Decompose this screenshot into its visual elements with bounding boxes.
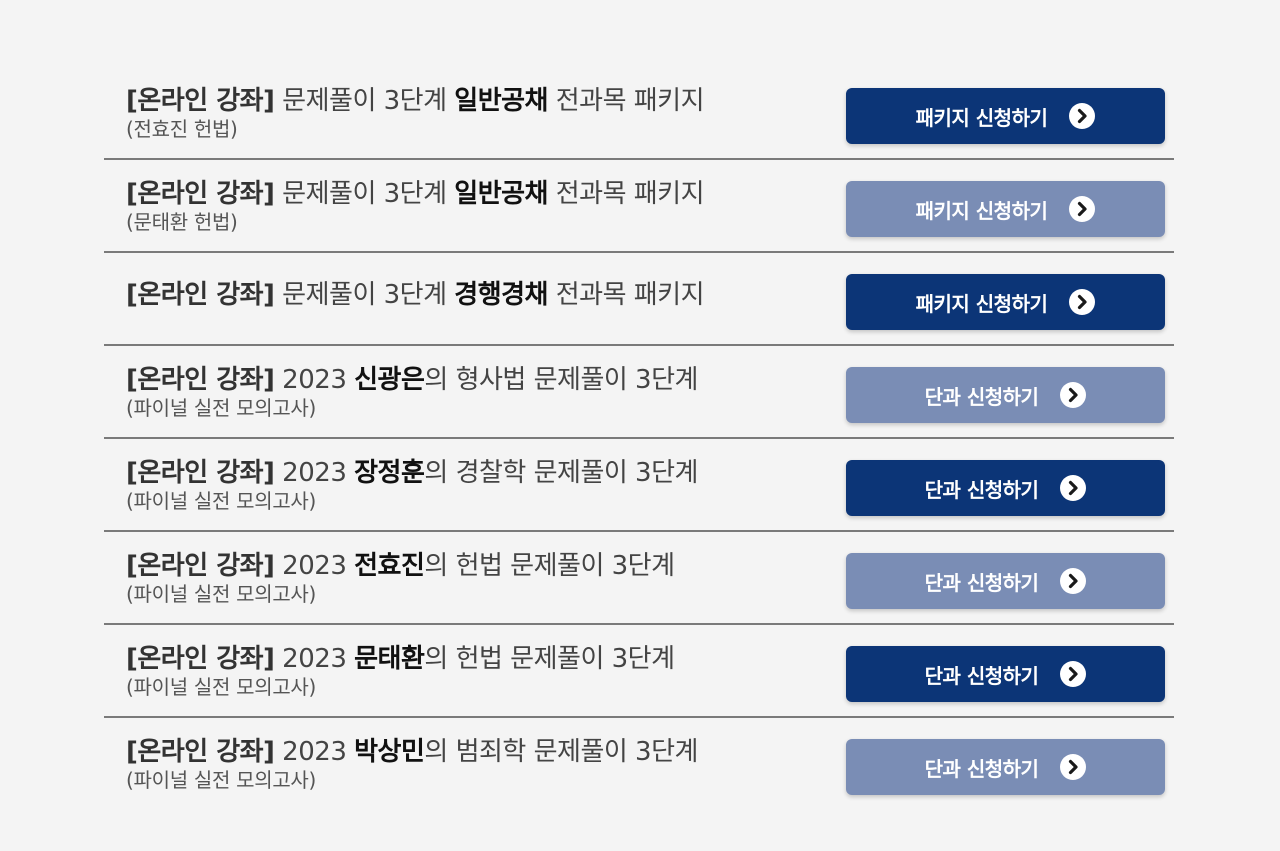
apply-button-label: 패키지 신청하기 (915, 105, 1048, 130)
course-title-pre: 2023 (274, 644, 355, 674)
apply-button-label: 단과 신청하기 (924, 663, 1039, 688)
course-title: [온라인 강좌] 2023 문태환의 헌법 문제풀이 3단계 (126, 643, 826, 675)
course-prefix: [온라인 강좌] (126, 365, 275, 395)
course-highlight: 박상민 (354, 737, 425, 767)
course-title: [온라인 강좌] 2023 전효진의 헌법 문제풀이 3단계 (126, 550, 826, 582)
course-prefix: [온라인 강좌] (126, 458, 275, 488)
course-text: [온라인 강좌] 2023 장정훈의 경찰학 문제풀이 3단계 (파이널 실전 … (126, 457, 826, 513)
apply-button-label: 패키지 신청하기 (915, 291, 1048, 316)
apply-button-label: 단과 신청하기 (924, 756, 1039, 781)
course-row: [온라인 강좌] 2023 신광은의 형사법 문제풀이 3단계 (파이널 실전 … (104, 346, 1174, 439)
chevron-right-circle-icon (1069, 196, 1096, 222)
course-title: [온라인 강좌] 문제풀이 3단계 경행경채 전과목 패키지 (126, 279, 826, 311)
apply-button[interactable]: 단과 신청하기 (846, 553, 1165, 609)
course-highlight: 장정훈 (354, 458, 425, 488)
apply-button[interactable]: 패키지 신청하기 (846, 88, 1165, 144)
course-title-pre: 2023 (274, 365, 355, 395)
chevron-right-circle-icon (1060, 475, 1087, 501)
course-title-post: 의 헌법 문제풀이 3단계 (424, 551, 675, 581)
course-row: [온라인 강좌] 문제풀이 3단계 일반공채 전과목 패키지 (전효진 헌법) … (104, 67, 1174, 160)
course-text: [온라인 강좌] 문제풀이 3단계 경행경채 전과목 패키지 (126, 279, 826, 311)
chevron-right-circle-icon (1060, 568, 1087, 594)
apply-button[interactable]: 패키지 신청하기 (846, 274, 1165, 330)
course-subtitle: (파이널 실전 모의고사) (126, 768, 317, 792)
course-row: [온라인 강좌] 2023 박상민의 범죄학 문제풀이 3단계 (파이널 실전 … (104, 718, 1174, 811)
course-prefix: [온라인 강좌] (126, 644, 275, 674)
course-list: [온라인 강좌] 문제풀이 3단계 일반공채 전과목 패키지 (전효진 헌법) … (104, 67, 1174, 811)
course-text: [온라인 강좌] 2023 신광은의 형사법 문제풀이 3단계 (파이널 실전 … (126, 364, 826, 420)
chevron-right-circle-icon (1060, 661, 1087, 687)
course-title-pre: 2023 (274, 551, 355, 581)
course-text: [온라인 강좌] 문제풀이 3단계 일반공채 전과목 패키지 (전효진 헌법) (126, 85, 826, 141)
course-title-post: 의 범죄학 문제풀이 3단계 (424, 737, 698, 767)
course-title-post: 의 경찰학 문제풀이 3단계 (424, 458, 698, 488)
course-highlight: 경행경채 (454, 280, 548, 310)
course-title: [온라인 강좌] 문제풀이 3단계 일반공채 전과목 패키지 (126, 178, 826, 210)
course-row: [온라인 강좌] 2023 장정훈의 경찰학 문제풀이 3단계 (파이널 실전 … (104, 439, 1174, 532)
apply-button-label: 단과 신청하기 (924, 384, 1039, 409)
course-text: [온라인 강좌] 2023 문태환의 헌법 문제풀이 3단계 (파이널 실전 모… (126, 643, 826, 699)
course-highlight: 일반공채 (454, 86, 548, 116)
apply-button[interactable]: 단과 신청하기 (846, 460, 1165, 516)
course-title-pre: 2023 (274, 737, 355, 767)
course-highlight: 신광은 (354, 365, 425, 395)
apply-button[interactable]: 단과 신청하기 (846, 367, 1165, 423)
apply-button-label: 단과 신청하기 (924, 570, 1039, 595)
course-prefix: [온라인 강좌] (126, 86, 275, 116)
course-row: [온라인 강좌] 2023 문태환의 헌법 문제풀이 3단계 (파이널 실전 모… (104, 625, 1174, 718)
course-subtitle: (파이널 실전 모의고사) (126, 582, 317, 606)
course-highlight: 일반공채 (454, 179, 548, 209)
chevron-right-circle-icon (1069, 103, 1096, 129)
course-prefix: [온라인 강좌] (126, 179, 275, 209)
apply-button[interactable]: 패키지 신청하기 (846, 181, 1165, 237)
course-title: [온라인 강좌] 2023 박상민의 범죄학 문제풀이 3단계 (126, 736, 826, 768)
course-title-pre: 문제풀이 3단계 (274, 86, 455, 116)
course-subtitle: (파이널 실전 모의고사) (126, 396, 317, 420)
course-subtitle: (파이널 실전 모의고사) (126, 675, 317, 699)
course-title-post: 의 헌법 문제풀이 3단계 (424, 644, 675, 674)
course-text: [온라인 강좌] 2023 박상민의 범죄학 문제풀이 3단계 (파이널 실전 … (126, 736, 826, 792)
course-subtitle: (파이널 실전 모의고사) (126, 489, 317, 513)
course-highlight: 전효진 (354, 551, 425, 581)
apply-button-label: 단과 신청하기 (924, 477, 1039, 502)
course-title: [온라인 강좌] 2023 장정훈의 경찰학 문제풀이 3단계 (126, 457, 826, 489)
course-prefix: [온라인 강좌] (126, 551, 275, 581)
course-title-pre: 2023 (274, 458, 355, 488)
course-row: [온라인 강좌] 문제풀이 3단계 일반공채 전과목 패키지 (문태환 헌법) … (104, 160, 1174, 253)
course-prefix: [온라인 강좌] (126, 280, 275, 310)
course-subtitle: (문태환 헌법) (126, 210, 238, 234)
chevron-right-circle-icon (1060, 382, 1087, 408)
chevron-right-circle-icon (1069, 289, 1096, 315)
course-title-post: 전과목 패키지 (547, 280, 705, 310)
apply-button-label: 패키지 신청하기 (915, 198, 1048, 223)
course-title-post: 전과목 패키지 (547, 86, 705, 116)
course-text: [온라인 강좌] 문제풀이 3단계 일반공채 전과목 패키지 (문태환 헌법) (126, 178, 826, 234)
chevron-right-circle-icon (1060, 754, 1087, 780)
course-title-pre: 문제풀이 3단계 (274, 179, 455, 209)
course-title: [온라인 강좌] 2023 신광은의 형사법 문제풀이 3단계 (126, 364, 826, 396)
apply-button[interactable]: 단과 신청하기 (846, 739, 1165, 795)
course-text: [온라인 강좌] 2023 전효진의 헌법 문제풀이 3단계 (파이널 실전 모… (126, 550, 826, 606)
course-prefix: [온라인 강좌] (126, 737, 275, 767)
apply-button[interactable]: 단과 신청하기 (846, 646, 1165, 702)
course-title-post: 전과목 패키지 (547, 179, 705, 209)
course-row: [온라인 강좌] 2023 전효진의 헌법 문제풀이 3단계 (파이널 실전 모… (104, 532, 1174, 625)
course-highlight: 문태환 (354, 644, 425, 674)
course-subtitle: (전효진 헌법) (126, 117, 238, 141)
course-row: [온라인 강좌] 문제풀이 3단계 경행경채 전과목 패키지 패키지 신청하기 (104, 253, 1174, 346)
course-title-pre: 문제풀이 3단계 (274, 280, 455, 310)
course-title: [온라인 강좌] 문제풀이 3단계 일반공채 전과목 패키지 (126, 85, 826, 117)
course-title-post: 의 형사법 문제풀이 3단계 (424, 365, 698, 395)
